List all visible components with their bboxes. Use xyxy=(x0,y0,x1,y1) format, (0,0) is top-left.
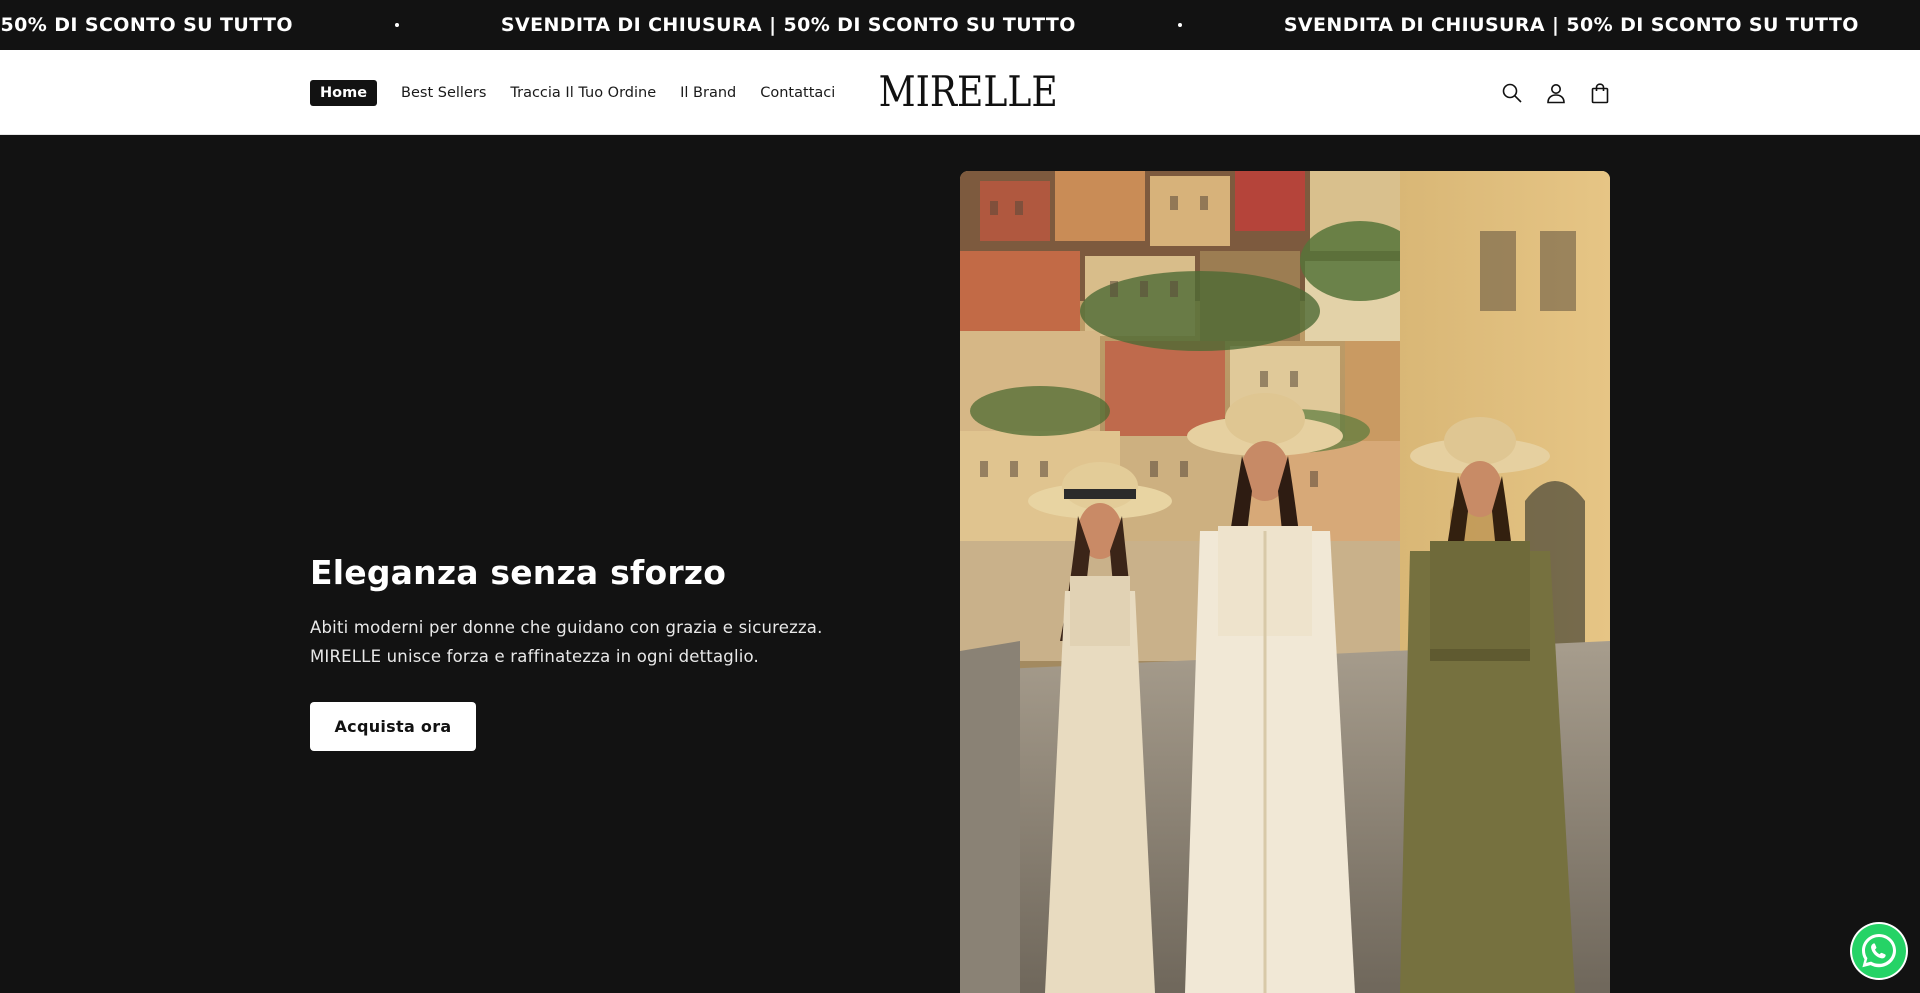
hero-image xyxy=(960,171,1610,993)
hero-section: Eleganza senza sforzo Abiti moderni per … xyxy=(0,135,1920,993)
whatsapp-chat-button[interactable] xyxy=(1850,922,1908,980)
shop-now-button[interactable]: Acquista ora xyxy=(310,702,476,751)
nav-item-contact[interactable]: Contattaci xyxy=(760,85,835,101)
announcement-text: SVENDITA DI CHIUSURA | 50% DI SCONTO SU … xyxy=(0,14,293,36)
main-nav: Home Best Sellers Traccia Il Tuo Ordine … xyxy=(310,50,859,135)
nav-item-best-sellers[interactable]: Best Sellers xyxy=(401,85,486,101)
cart-icon[interactable] xyxy=(1588,81,1612,105)
hero-description: Abiti moderni per donne che guidano con … xyxy=(310,618,823,666)
whatsapp-icon xyxy=(1852,924,1906,978)
nav-item-track-order[interactable]: Traccia Il Tuo Ordine xyxy=(510,85,656,101)
site-logo[interactable]: MIRELLE xyxy=(879,68,1058,116)
search-icon[interactable] xyxy=(1500,81,1524,105)
nav-item-home[interactable]: Home xyxy=(310,79,378,106)
announcement-text: SVENDITA DI CHIUSURA | 50% DI SCONTO SU … xyxy=(500,14,1076,36)
announcement-bar: SVENDITA DI CHIUSURA | 50% DI SCONTO SU … xyxy=(0,0,1920,50)
nav-item-brand[interactable]: Il Brand xyxy=(680,85,736,101)
separator-dot xyxy=(394,23,399,27)
header-icons xyxy=(1500,50,1612,135)
separator-dot xyxy=(1177,23,1182,27)
announcement-text: SVENDITA DI CHIUSURA | 50% DI SCONTO SU … xyxy=(1283,14,1859,36)
hero-title: Eleganza senza sforzo xyxy=(310,553,727,592)
account-icon[interactable] xyxy=(1544,81,1568,105)
announcement-marquee: SVENDITA DI CHIUSURA | 50% DI SCONTO SU … xyxy=(0,0,1920,50)
site-header: Home Best Sellers Traccia Il Tuo Ordine … xyxy=(0,50,1920,135)
